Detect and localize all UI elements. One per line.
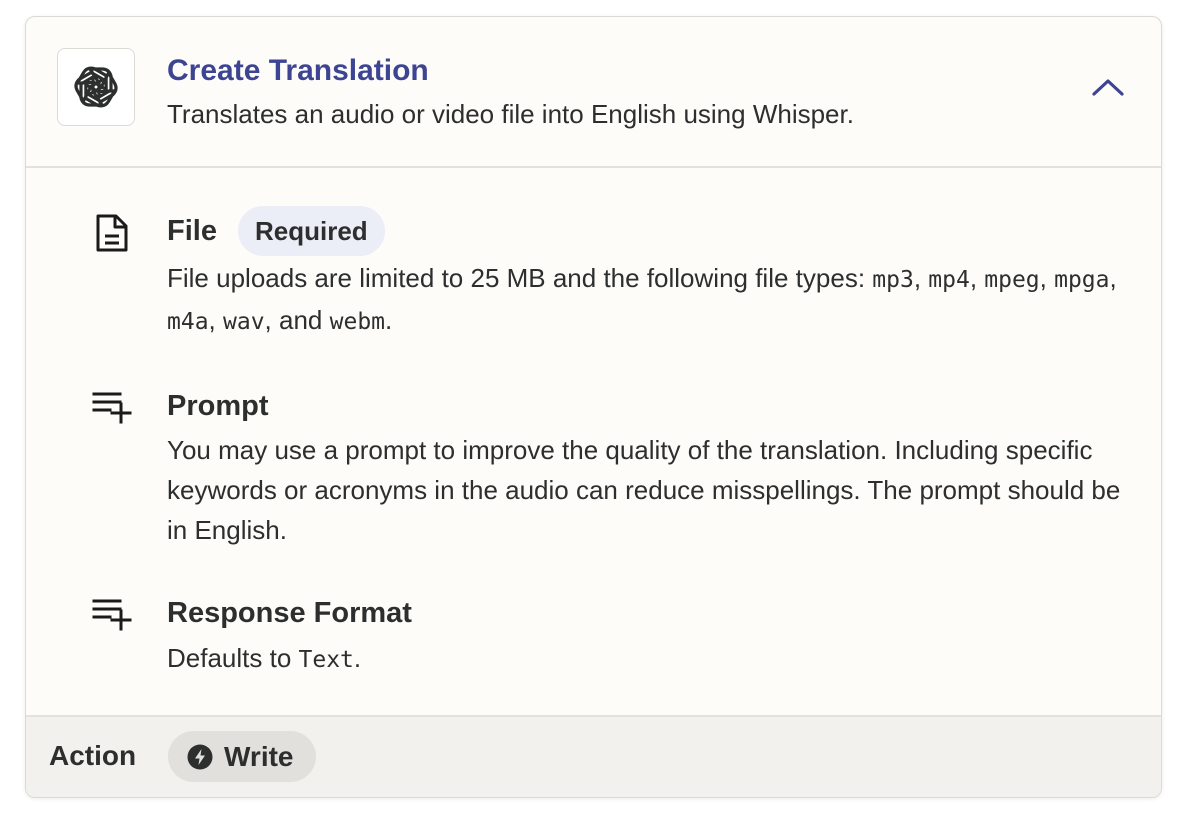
chevron-up-icon	[1092, 79, 1124, 96]
field-description: Defaults to Text.	[167, 643, 362, 673]
field-title: Prompt	[167, 390, 269, 422]
field-description: You may use a prompt to improve the qual…	[167, 435, 1121, 545]
action-description: Translates an audio or video file into E…	[167, 99, 854, 129]
openai-logo-icon	[57, 48, 135, 126]
card-footer: Action Write	[26, 715, 1161, 797]
field-title: Response Format	[167, 597, 412, 629]
action-title: Create Translation	[167, 54, 429, 87]
action-type-pill[interactable]: Write	[168, 731, 316, 782]
action-pill-label: Write	[224, 740, 294, 772]
field-description: File uploads are limited to 25 MB and th…	[167, 263, 1117, 335]
document-icon	[92, 213, 132, 253]
footer-label: Action	[49, 740, 137, 771]
action-card: Create Translation Translates an audio o…	[25, 16, 1162, 798]
collapse-button[interactable]	[1086, 69, 1130, 105]
field-title: File	[167, 215, 217, 247]
card-header[interactable]: Create Translation Translates an audio o…	[26, 17, 1161, 168]
list-add-icon	[92, 593, 132, 633]
list-add-icon	[92, 386, 132, 426]
bolt-icon	[187, 744, 213, 769]
required-badge: Required	[238, 206, 385, 256]
